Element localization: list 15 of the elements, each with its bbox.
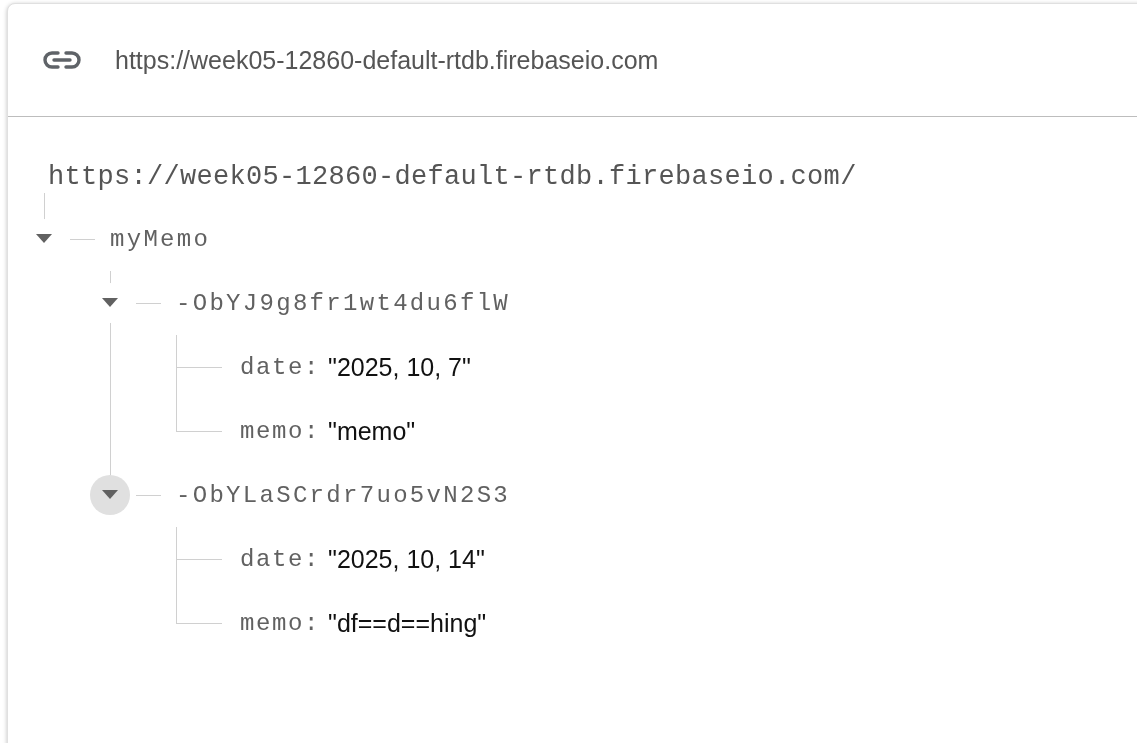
root-url: https://week05-12860-default-rtdb.firebaseio.com/ [48, 161, 858, 194]
node-key: -ObYLaSCrdr7uo5vN2S3 [176, 481, 511, 509]
node-key: date: [240, 545, 320, 573]
node-value: "2025, 10, 7" [328, 352, 471, 382]
node-key: -ObYJ9g8fr1wt4du6flW [176, 289, 511, 317]
node-value: "df==d==hing" [328, 608, 487, 638]
node-value: "2025, 10, 14" [328, 544, 485, 574]
node-key: date: [240, 353, 320, 381]
node-value: "memo" [328, 416, 416, 446]
database-url: https://week05-12860-default-rtdb.firebaseio.com [115, 45, 659, 75]
node-key: memo: [240, 609, 320, 637]
node-key: memo: [240, 417, 320, 445]
expand-toggle[interactable] [90, 475, 130, 515]
link-icon [42, 50, 82, 70]
node-key: myMemo [110, 225, 211, 253]
